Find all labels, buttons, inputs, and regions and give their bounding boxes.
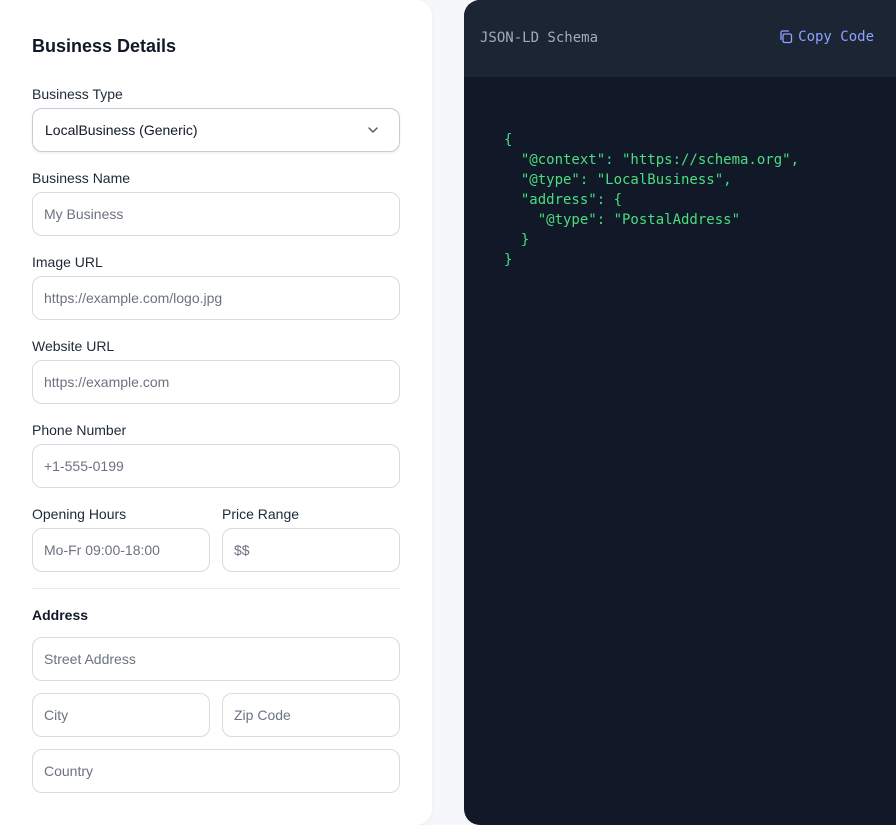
business-type-select[interactable]: LocalBusiness (Generic): [32, 108, 400, 152]
price-range-label: Price Range: [222, 506, 300, 522]
phone-number-label: Phone Number: [32, 422, 127, 438]
website-url-input[interactable]: [32, 360, 400, 404]
opening-hours-label: Opening Hours: [32, 506, 127, 522]
copy-code-button[interactable]: Copy Code: [778, 29, 874, 45]
street-address-input[interactable]: [32, 637, 400, 681]
website-url-label: Website URL: [32, 338, 115, 354]
json-ld-code: { "@context": "https://schema.org", "@ty…: [504, 132, 800, 268]
copy-icon: [778, 29, 794, 45]
country-input[interactable]: [32, 749, 400, 793]
chevron-down-icon: [367, 124, 379, 136]
business-details-panel: Business Details Business Type LocalBusi…: [0, 0, 432, 825]
code-panel-title: JSON-LD Schema: [480, 30, 599, 46]
city-input[interactable]: [32, 693, 210, 737]
price-range-input[interactable]: [222, 528, 400, 572]
code-panel: JSON-LD Schema Copy Code { "@context": "…: [464, 0, 896, 825]
opening-hours-input[interactable]: [32, 528, 210, 572]
business-name-label: Business Name: [32, 170, 131, 186]
business-type-value: LocalBusiness (Generic): [45, 122, 198, 138]
business-type-label: Business Type: [32, 86, 123, 102]
panel-title: Business Details: [32, 36, 177, 56]
business-name-input[interactable]: [32, 192, 400, 236]
phone-number-input[interactable]: [32, 444, 400, 488]
image-url-label: Image URL: [32, 254, 103, 270]
code-panel-header: JSON-LD Schema Copy Code: [464, 0, 896, 77]
image-url-input[interactable]: [32, 276, 400, 320]
address-section-title: Address: [32, 607, 89, 623]
copy-code-label: Copy Code: [798, 29, 874, 45]
zip-code-input[interactable]: [222, 693, 400, 737]
section-divider: [32, 588, 400, 589]
